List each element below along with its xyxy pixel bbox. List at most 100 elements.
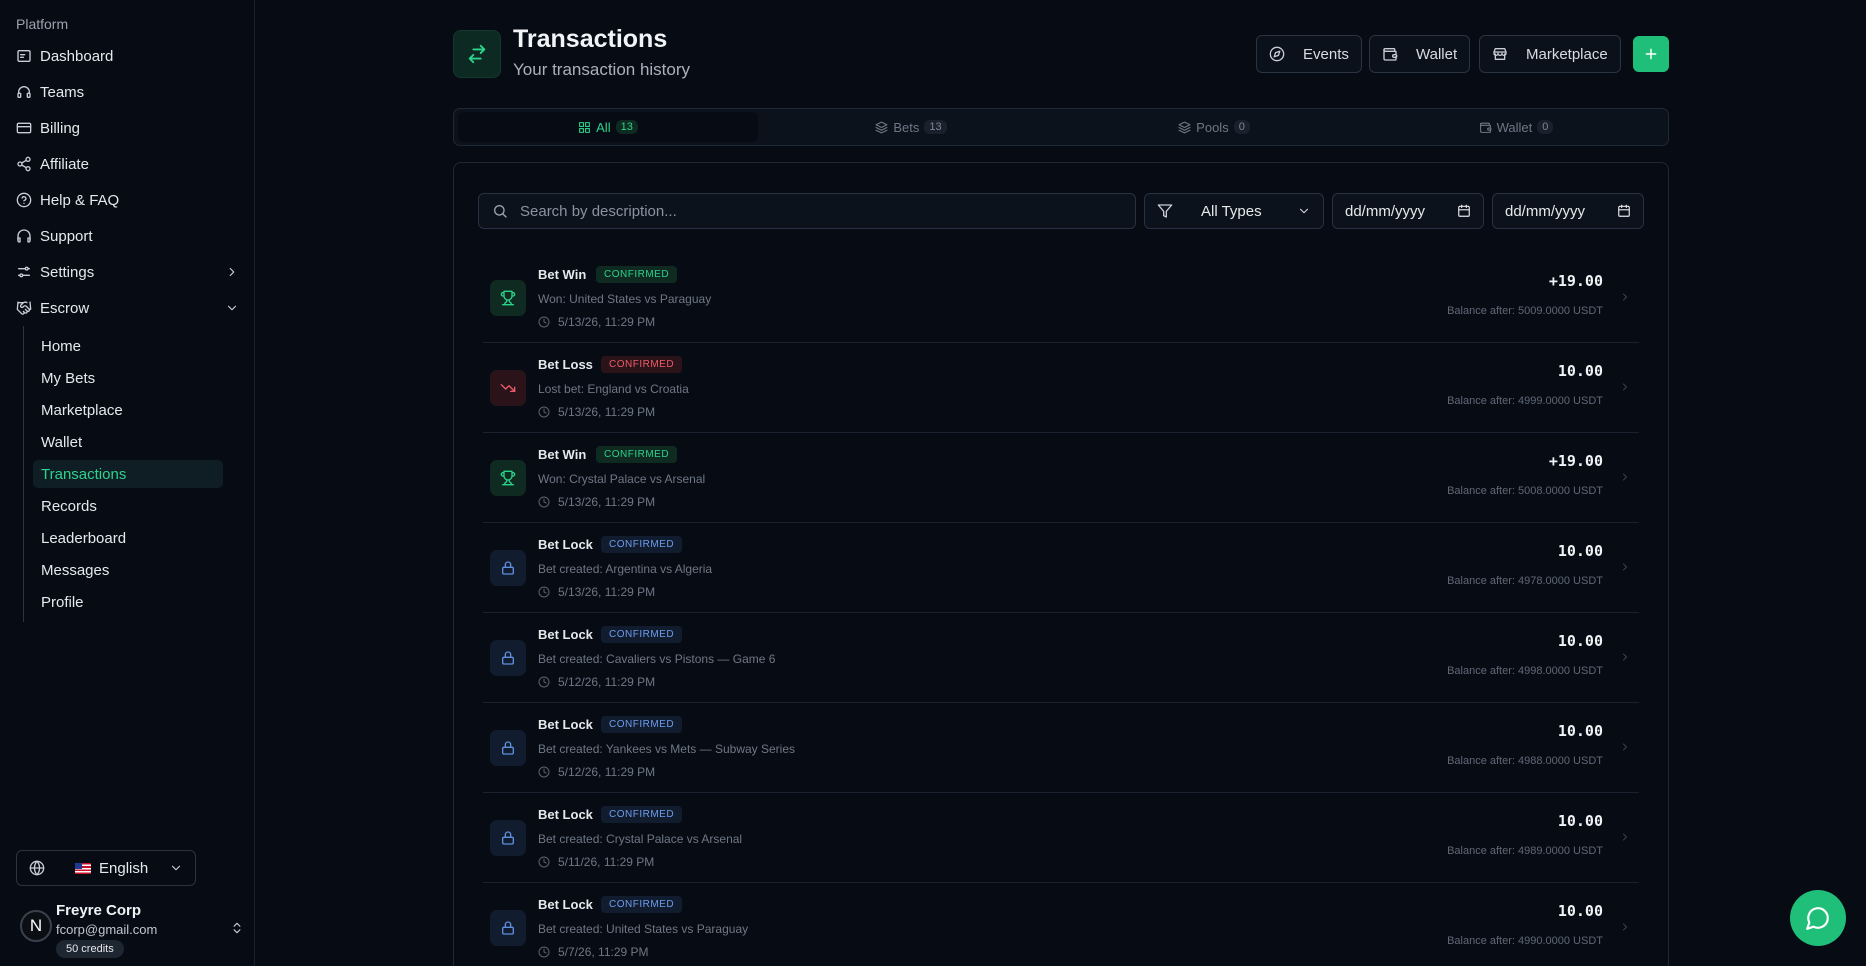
search-input[interactable] — [520, 202, 1120, 220]
transaction-time: 5/13/26, 11:29 PM — [538, 315, 655, 329]
transaction-time-text: 5/13/26, 11:29 PM — [558, 495, 656, 509]
chevron-right-icon — [1619, 560, 1631, 579]
arrows-left-right-icon — [468, 44, 486, 64]
escrow-item-profile[interactable]: Profile — [33, 588, 223, 616]
events-button-label: Events — [1303, 45, 1349, 63]
trophy-icon — [490, 460, 526, 496]
transaction-row[interactable]: Bet Win CONFIRMED Won: Crystal Palace vs… — [483, 433, 1639, 523]
language-select[interactable]: English — [16, 850, 196, 886]
transaction-description: Won: United States vs Paraguay — [538, 292, 712, 306]
type-filter-select[interactable]: All Types — [1144, 193, 1324, 229]
page-subtitle: Your transaction history — [513, 60, 691, 79]
transaction-balance: Balance after: 4989.0000 USDT — [1447, 845, 1603, 857]
tab-count: 13 — [615, 120, 638, 134]
transaction-row[interactable]: Bet Lock CONFIRMED Bet created: Crystal … — [483, 793, 1639, 883]
date-from-input[interactable]: dd/mm/yyyy — [1332, 193, 1484, 229]
transaction-description: Bet created: Cavaliers vs Pistons — Game… — [538, 652, 776, 666]
sidebar-item-dashboard[interactable]: Dashboard — [0, 38, 255, 74]
sidebar-item-billing[interactable]: Billing — [0, 110, 255, 146]
transaction-time-text: 5/11/26, 11:29 PM — [558, 855, 655, 869]
transaction-row[interactable]: Bet Loss CONFIRMED Lost bet: England vs … — [483, 343, 1639, 433]
transaction-row[interactable]: Bet Win CONFIRMED Won: United States vs … — [483, 253, 1639, 343]
transaction-amount: 10.00 — [1557, 542, 1603, 560]
tab-count: 13 — [924, 120, 947, 134]
credit-card-icon — [16, 122, 32, 134]
sidebar-item-label: Support — [40, 227, 93, 245]
transaction-balance: Balance after: 4999.0000 USDT — [1447, 395, 1603, 407]
chevron-down-icon — [171, 865, 181, 871]
escrow-item-transactions[interactable]: Transactions — [33, 460, 223, 488]
trophy-icon — [490, 280, 526, 316]
transaction-title: Bet Lock — [538, 897, 593, 912]
transaction-title: Bet Win — [538, 267, 587, 282]
transaction-title: Bet Lock — [538, 717, 593, 732]
sidebar-item-support[interactable]: Support — [0, 218, 255, 254]
sidebar-item-label: Billing — [40, 119, 81, 137]
tab-wallet[interactable]: Wallet 0 — [1366, 112, 1666, 142]
us-flag-icon — [75, 862, 91, 874]
chevron-down-icon — [1299, 208, 1309, 214]
credits-badge: 50 credits — [56, 940, 124, 958]
clock-icon — [538, 586, 550, 598]
transaction-amount: 10.00 — [1557, 362, 1603, 380]
status-badge: CONFIRMED — [601, 356, 683, 373]
type-filter-value: All Types — [1201, 202, 1262, 220]
tab-bets[interactable]: Bets 13 — [761, 112, 1061, 142]
search-icon — [494, 205, 507, 218]
layers-icon — [875, 121, 888, 133]
chevron-right-icon — [1619, 650, 1631, 669]
transaction-list: Bet Win CONFIRMED Won: United States vs … — [483, 253, 1639, 966]
transaction-time-text: 5/7/26, 11:29 PM — [558, 945, 649, 959]
sidebar-item-teams[interactable]: Teams — [0, 74, 255, 110]
transaction-amount: 10.00 — [1557, 632, 1603, 650]
sidebar-item-label: Dashboard — [40, 47, 114, 65]
sidebar-item-affiliate[interactable]: Affiliate — [0, 146, 255, 182]
date-to-input[interactable]: dd/mm/yyyy — [1492, 193, 1644, 229]
transaction-row[interactable]: Bet Lock CONFIRMED Bet created: Yankees … — [483, 703, 1639, 793]
clock-icon — [538, 856, 550, 868]
chat-button[interactable] — [1790, 890, 1846, 946]
lock-icon — [490, 910, 526, 946]
marketplace-button[interactable]: Marketplace — [1479, 35, 1621, 73]
sidebar-item-escrow[interactable]: Escrow — [0, 290, 255, 326]
sidebar-item-settings[interactable]: Settings — [0, 254, 255, 290]
escrow-item-leaderboard[interactable]: Leaderboard — [33, 524, 223, 552]
status-badge: CONFIRMED — [601, 626, 683, 643]
transaction-row[interactable]: Bet Lock CONFIRMED Bet created: Argentin… — [483, 523, 1639, 613]
events-button[interactable]: Events — [1256, 35, 1362, 73]
sidebar-item-label: Teams — [40, 83, 85, 101]
status-badge: CONFIRMED — [596, 446, 678, 463]
tab-count: 0 — [1233, 120, 1250, 134]
add-transaction-button[interactable] — [1633, 36, 1669, 72]
user-email: fcorp@gmail.com — [56, 922, 158, 937]
sidebar-item-help-faq[interactable]: Help & FAQ — [0, 182, 255, 218]
escrow-item-my-bets[interactable]: My Bets — [33, 364, 223, 392]
escrow-item-wallet[interactable]: Wallet — [33, 428, 223, 456]
trending-down-icon — [490, 370, 526, 406]
escrow-item-records[interactable]: Records — [33, 492, 223, 520]
transaction-row[interactable]: Bet Lock CONFIRMED Bet created: United S… — [483, 883, 1639, 966]
escrow-item-marketplace[interactable]: Marketplace — [33, 396, 223, 424]
escrow-item-home[interactable]: Home — [33, 332, 223, 360]
tab-all[interactable]: All 13 — [458, 112, 758, 142]
wallet-button[interactable]: Wallet — [1369, 35, 1471, 73]
help-circle-icon — [16, 192, 32, 208]
chevron-right-icon — [229, 267, 235, 277]
sidebar-item-label: Settings — [40, 263, 95, 281]
transaction-description: Bet created: Argentina vs Algeria — [538, 562, 713, 576]
tab-pools[interactable]: Pools 0 — [1064, 112, 1364, 142]
lock-icon — [490, 820, 526, 856]
transaction-time-text: 5/13/26, 11:29 PM — [558, 585, 656, 599]
status-badge: CONFIRMED — [601, 896, 683, 913]
escrow-item-messages[interactable]: Messages — [33, 556, 223, 584]
transaction-balance: Balance after: 5008.0000 USDT — [1447, 485, 1603, 497]
filter-icon — [1157, 204, 1173, 218]
user-menu[interactable]: N Freyre Corp fcorp@gmail.com 50 credits — [16, 900, 244, 960]
transaction-amount: +19.00 — [1548, 272, 1603, 290]
transaction-time: 5/13/26, 11:29 PM — [538, 585, 655, 599]
transaction-title: Bet Lock — [538, 807, 593, 822]
date-from-value: dd/mm/yyyy — [1345, 202, 1426, 220]
transaction-time-text: 5/12/26, 11:29 PM — [558, 675, 656, 689]
clock-icon — [538, 496, 550, 508]
transaction-row[interactable]: Bet Lock CONFIRMED Bet created: Cavalier… — [483, 613, 1639, 703]
